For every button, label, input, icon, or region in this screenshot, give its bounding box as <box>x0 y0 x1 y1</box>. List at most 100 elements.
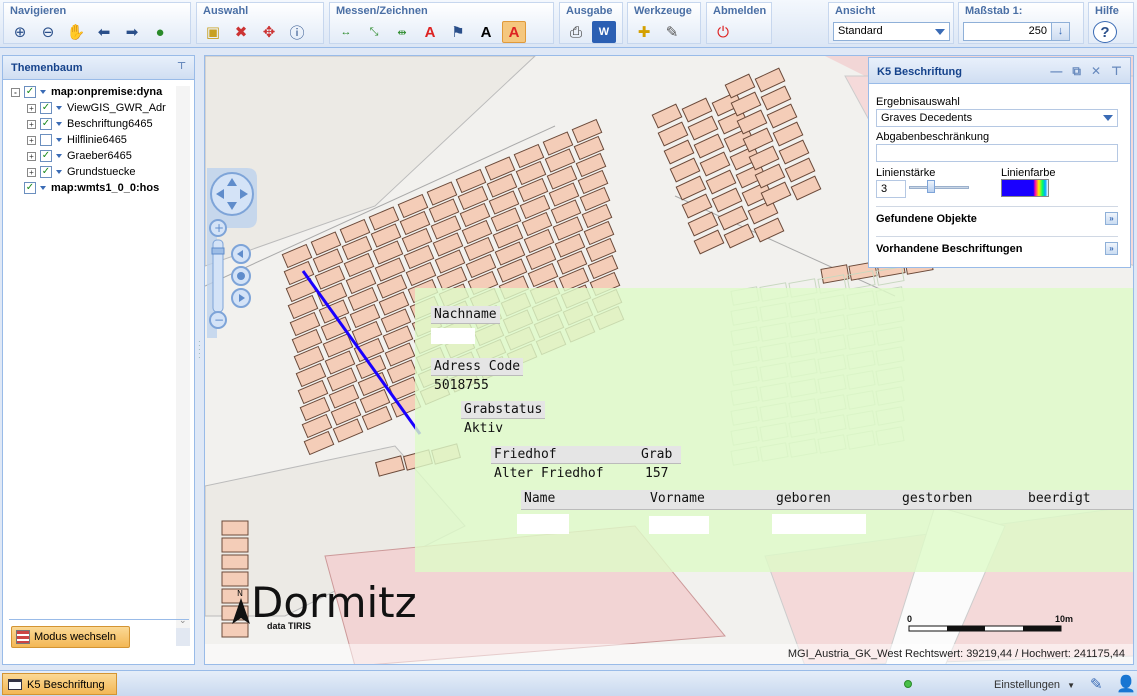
taskbar-item-k5[interactable]: K5 Beschriftung <box>2 673 117 695</box>
grave-plot <box>221 537 249 553</box>
toolbar-group-abmelden: Abmelden ⏻ <box>706 2 772 44</box>
word-export-icon[interactable]: W <box>592 21 616 43</box>
minimize-icon[interactable]: — <box>1050 64 1062 79</box>
settings-label: Einstellungen <box>994 679 1061 691</box>
chevron-down-icon[interactable] <box>56 154 62 158</box>
pin-icon[interactable]: ⊤ <box>177 61 186 72</box>
layer-tree-item[interactable]: + Hilflinie6465 <box>11 132 194 148</box>
ergebnis-select[interactable]: Graves Decedents <box>876 109 1118 127</box>
text-red-icon[interactable]: A <box>418 21 442 43</box>
svg-text:+: + <box>214 221 224 235</box>
chevron-down-icon[interactable] <box>40 186 46 190</box>
linienstaerke-slider[interactable] <box>909 186 969 189</box>
info-icon[interactable]: ⓘ <box>285 21 309 43</box>
col-vorname: Vorname <box>650 491 705 506</box>
toolbar-group-hilfe: Hilfe ? <box>1088 2 1134 44</box>
expand-icon[interactable]: + <box>27 167 36 177</box>
modus-wechseln-button[interactable]: Modus wechseln <box>11 626 130 648</box>
layer-tree-item[interactable]: - ✓ map:onpremise:dyna <box>11 84 194 100</box>
layer-checkbox[interactable]: ✓ <box>40 118 52 130</box>
tool-star-icon[interactable]: ✚ <box>632 21 656 43</box>
zoom-in-icon[interactable]: ⊕ <box>8 21 32 43</box>
select-rect-icon[interactable]: ▣ <box>201 21 225 43</box>
chevron-down-icon[interactable] <box>56 170 62 174</box>
expand-icon[interactable]: » <box>1105 212 1118 225</box>
close-icon[interactable]: ✕ <box>1091 64 1101 79</box>
panel-title: K5 Beschriftung <box>877 66 962 78</box>
col-beerdigt: beerdigt <box>1028 491 1091 506</box>
map-nav-control: + − <box>207 168 257 338</box>
grabstatus-label: Grabstatus <box>461 401 546 419</box>
chevron-down-icon[interactable] <box>56 138 62 142</box>
chevron-down-icon[interactable] <box>40 90 46 94</box>
layer-checkbox[interactable]: ✓ <box>40 166 52 178</box>
layer-label: map:onpremise:dyna <box>51 86 163 98</box>
pan-hand-icon[interactable]: ✋ <box>64 21 88 43</box>
panel-splitter[interactable]: · · · · · <box>198 338 201 362</box>
massstab-value: 250 <box>1028 25 1047 37</box>
pin-icon[interactable]: ⊤ <box>1111 64 1122 79</box>
section-title: Gefundene Objekte <box>876 213 977 225</box>
layer-checkbox[interactable]: ✓ <box>40 102 52 114</box>
expand-icon[interactable]: + <box>27 103 36 113</box>
modus-label: Modus wechseln <box>34 631 116 643</box>
text-box-icon[interactable]: A <box>474 21 498 43</box>
spinner-icon[interactable]: ↓ <box>1051 23 1069 40</box>
print-icon[interactable]: ⎙ <box>564 21 588 43</box>
layer-tree-item[interactable]: ✓ map:wmts1_0_0:hos <box>11 180 194 196</box>
group-title: Navigieren <box>10 5 67 17</box>
panel-header: K5 Beschriftung — ⧉ ✕ ⊤ <box>869 58 1130 84</box>
layer-tree-item[interactable]: + ✓ Grundstuecke <box>11 164 194 180</box>
vertical-scrollbar[interactable]: ⌄ <box>176 86 190 646</box>
scroll-thumb[interactable] <box>176 628 190 646</box>
help-icon[interactable]: ? <box>1093 21 1117 43</box>
deselect-icon[interactable]: ✖ <box>229 21 253 43</box>
globe-icon[interactable]: ● <box>148 21 172 43</box>
massstab-input[interactable]: 250 ↓ <box>963 22 1070 41</box>
measure-add-icon[interactable]: ⇹ <box>390 21 414 43</box>
slider-handle[interactable] <box>927 180 935 193</box>
restore-icon[interactable]: ⧉ <box>1072 64 1081 79</box>
select-point-icon[interactable]: ✥ <box>257 21 281 43</box>
expand-icon[interactable]: » <box>1105 242 1118 255</box>
toolbar-group-messen: Messen/Zeichnen ↔ ⤡ ⇹ A ⚑ A A <box>329 2 554 44</box>
group-title: Messen/Zeichnen <box>336 5 428 17</box>
measure-line-icon[interactable]: ↔ <box>334 21 358 43</box>
layer-checkbox[interactable]: ✓ <box>24 182 36 194</box>
expand-icon[interactable]: + <box>27 135 36 145</box>
linienfarbe-picker[interactable] <box>1001 179 1049 197</box>
decedents-table-header: Name Vorname geboren gestorben beerdigt <box>521 490 1133 510</box>
forward-arrow-icon[interactable]: ➡ <box>120 21 144 43</box>
abgaben-input[interactable] <box>876 144 1118 162</box>
expand-icon[interactable]: + <box>27 119 36 129</box>
linienstaerke-input[interactable]: 3 <box>876 180 906 198</box>
layer-tree-item[interactable]: + ✓ Graeber6465 <box>11 148 194 164</box>
layer-label: Hilflinie6465 <box>67 134 127 146</box>
adress-code-value: 5018755 <box>434 378 489 393</box>
layer-checkbox[interactable]: ✓ <box>24 86 36 98</box>
vorhandene-beschriftungen-section[interactable]: Vorhandene Beschriftungen » <box>876 236 1118 258</box>
chevron-down-icon[interactable] <box>56 106 62 110</box>
collapse-icon[interactable]: - <box>11 87 20 97</box>
zoom-out-icon[interactable]: ⊖ <box>36 21 60 43</box>
layer-tree-item[interactable]: + ✓ ViewGIS_GWR_Adr <box>11 100 194 116</box>
text-format-icon[interactable]: A <box>502 21 526 43</box>
gefundene-objekte-section[interactable]: Gefundene Objekte » <box>876 206 1118 228</box>
edit-pen-icon[interactable]: ✎ <box>1090 675 1103 693</box>
back-arrow-icon[interactable]: ⬅ <box>92 21 116 43</box>
zoom-slider-handle[interactable] <box>211 247 225 255</box>
chevron-down-icon[interactable] <box>56 122 62 126</box>
expand-icon[interactable]: + <box>27 151 36 161</box>
flag-icon[interactable]: ⚑ <box>446 21 470 43</box>
user-icon[interactable]: 👤 <box>1116 674 1136 694</box>
layer-checkbox[interactable]: ✓ <box>40 150 52 162</box>
tool-edit-icon[interactable]: ✎ <box>660 21 684 43</box>
settings-menu[interactable]: Einstellungen ▼ <box>994 679 1075 691</box>
layer-tree-item[interactable]: + ✓ Beschriftung6465 <box>11 116 194 132</box>
ansicht-select[interactable]: Standard <box>833 22 950 41</box>
power-icon[interactable]: ⏻ <box>711 21 735 43</box>
layer-checkbox[interactable] <box>40 134 52 146</box>
linienstaerke-label: Linienstärke <box>876 167 936 179</box>
measure-area-icon[interactable]: ⤡ <box>362 21 386 43</box>
chevron-down-icon[interactable]: ⌄ <box>179 615 187 626</box>
